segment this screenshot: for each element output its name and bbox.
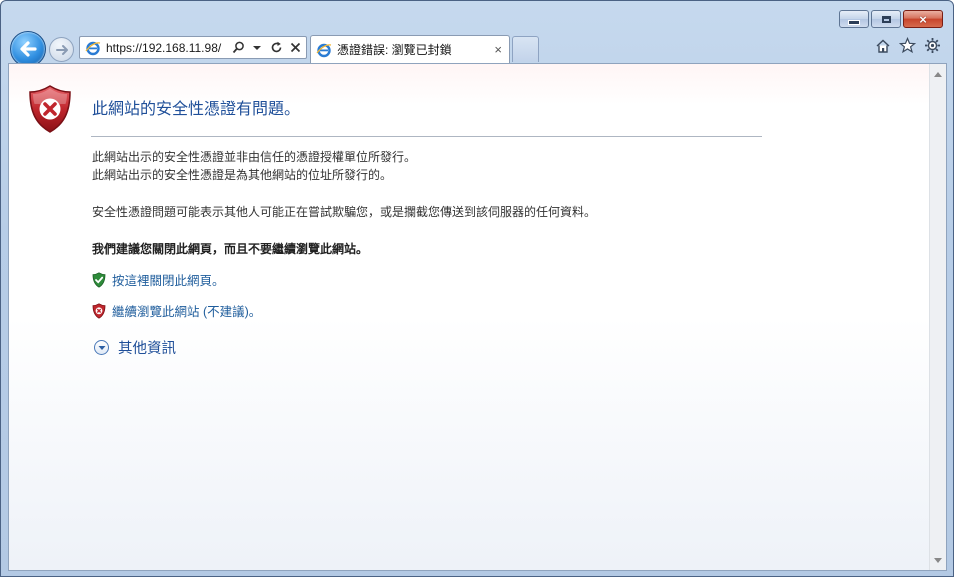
close-page-row[interactable]: 按這裡關閉此網頁。 — [92, 270, 225, 289]
forward-button[interactable] — [49, 37, 74, 62]
star-icon[interactable] — [899, 37, 916, 54]
search-icon[interactable] — [231, 40, 245, 55]
browser-window: × https://192.168.11.98/ 憑證錯誤: 瀏覽已封鎖 × 此… — [0, 0, 954, 577]
maximize-icon — [881, 15, 891, 23]
explanation-line-1: 此網站出示的安全性憑證並非由信任的憑證授權單位所發行。 — [92, 150, 417, 164]
vertical-scrollbar[interactable] — [929, 64, 946, 570]
error-shield-icon — [29, 85, 71, 133]
gear-icon[interactable] — [924, 37, 941, 54]
maximize-button[interactable] — [871, 10, 901, 28]
ie-icon — [85, 40, 101, 56]
explanation-line-2: 此網站出示的安全性憑證是為其他網站的位址所發行的。 — [92, 168, 393, 182]
command-icons — [874, 37, 941, 54]
ie-icon — [316, 42, 332, 58]
minimize-icon — [848, 19, 860, 25]
green-shield-icon — [92, 271, 106, 288]
new-tab-button[interactable] — [512, 36, 539, 62]
chevron-down-icon[interactable] — [94, 340, 109, 355]
recommendation-text: 我們建議您關閉此網頁，而且不要繼續瀏覽此網站。 — [92, 242, 369, 256]
more-info-row[interactable]: 其他資訊 — [94, 337, 176, 358]
tab-title: 憑證錯誤: 瀏覽已封鎖 — [337, 43, 452, 57]
close-page-link[interactable]: 按這裡關閉此網頁。 — [112, 270, 225, 289]
divider — [91, 136, 762, 137]
explanation-block: 此網站出示的安全性憑證並非由信任的憑證授權單位所發行。 此網站出示的安全性憑證是… — [92, 148, 416, 184]
caption-buttons: × — [839, 10, 943, 28]
address-bar[interactable]: https://192.168.11.98/ — [79, 36, 307, 59]
page-content: 此網站的安全性憑證有問題。 此網站出示的安全性憑證並非由信任的憑證授權單位所發行… — [8, 63, 947, 571]
home-icon[interactable] — [874, 37, 891, 54]
refresh-icon[interactable] — [269, 40, 283, 55]
continue-link[interactable]: 繼續瀏覽此網站 (不建議)。 — [112, 301, 261, 320]
red-shield-icon — [92, 302, 106, 319]
close-window-button[interactable]: × — [903, 10, 943, 28]
address-text[interactable]: https://192.168.11.98/ — [106, 41, 221, 55]
tab-certificate-error[interactable]: 憑證錯誤: 瀏覽已封鎖 × — [310, 35, 510, 63]
back-arrow-icon — [20, 41, 37, 57]
close-icon: × — [919, 11, 927, 27]
scroll-up-icon[interactable] — [930, 66, 946, 82]
dropdown-icon[interactable] — [250, 40, 264, 55]
more-info-link[interactable]: 其他資訊 — [118, 337, 176, 358]
address-tools — [231, 40, 302, 55]
page-title: 此網站的安全性憑證有問題。 — [92, 101, 301, 118]
minimize-button[interactable] — [839, 10, 869, 28]
explanation-line-3: 安全性憑證問題可能表示其他人可能正在嘗試欺騙您，或是攔截您傳送到該伺服器的任何資… — [92, 205, 597, 219]
continue-row[interactable]: 繼續瀏覽此網站 (不建議)。 — [92, 301, 261, 320]
tab-close-icon[interactable]: × — [494, 42, 502, 57]
back-button[interactable] — [10, 31, 46, 67]
forward-arrow-icon — [55, 44, 68, 55]
stop-icon[interactable] — [288, 40, 302, 55]
scroll-down-icon[interactable] — [930, 552, 946, 568]
